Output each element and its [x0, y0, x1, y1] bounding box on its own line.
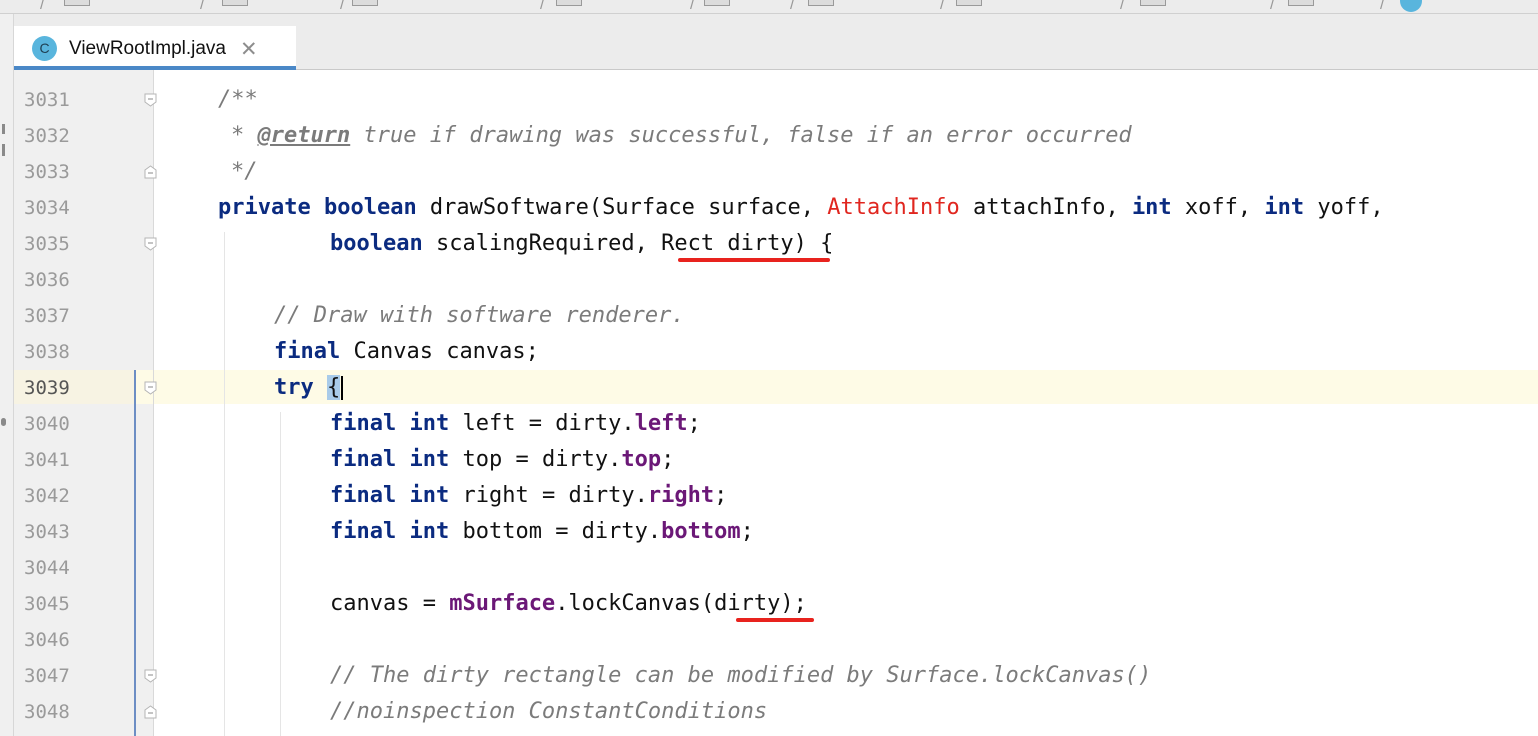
- line-number: 3043: [24, 521, 70, 543]
- text-cursor: [341, 376, 344, 400]
- code-line[interactable]: 3034 private boolean drawSoftware(Surfac…: [14, 190, 1538, 226]
- tool-window-marker[interactable]: [2, 144, 5, 156]
- code-line[interactable]: 3031 /**: [14, 82, 1538, 118]
- line-number: 3032: [24, 125, 70, 147]
- line-number: 3044: [24, 557, 70, 579]
- line-number: 3048: [24, 701, 70, 723]
- code-line[interactable]: 3032 * @return true if drawing was succe…: [14, 118, 1538, 154]
- folder-icon[interactable]: [222, 0, 248, 6]
- code-text[interactable]: canvas = mSurface.lockCanvas(dirty);: [330, 586, 807, 622]
- line-number: 3039: [24, 377, 70, 399]
- code-line[interactable]: 3047 // The dirty rectangle can be modif…: [14, 658, 1538, 694]
- breadcrumb-separator: /: [1120, 0, 1125, 13]
- code-text[interactable]: final int bottom = dirty.bottom;: [330, 514, 754, 550]
- breadcrumb-separator: /: [690, 0, 695, 13]
- code-line[interactable]: 3030: [14, 70, 1538, 80]
- fold-end-icon[interactable]: [144, 705, 157, 719]
- code-text[interactable]: boolean scalingRequired, Rect dirty) {: [330, 226, 833, 262]
- line-number: 3042: [24, 485, 70, 507]
- navigation-breadcrumb[interactable]: / / / / / / / / / /: [0, 0, 1538, 14]
- code-text[interactable]: final int right = dirty.right;: [330, 478, 727, 514]
- tool-window-dot[interactable]: [1, 418, 6, 426]
- class-icon[interactable]: [1400, 0, 1422, 12]
- folder-icon[interactable]: [1288, 0, 1314, 6]
- folder-icon[interactable]: [808, 0, 834, 6]
- line-number: 3045: [24, 593, 70, 615]
- line-number: 3037: [24, 305, 70, 327]
- line-number: 3047: [24, 665, 70, 687]
- tab-viewrootimpl[interactable]: C ViewRootImpl.java ✕: [14, 26, 296, 70]
- line-number: 3041: [24, 449, 70, 471]
- code-line[interactable]: 3035 boolean scalingRequired, Rect dirty…: [14, 226, 1538, 262]
- line-number: 3034: [24, 197, 70, 219]
- editor-tab-bar: C ViewRootImpl.java ✕: [14, 14, 1538, 70]
- code-line[interactable]: 3044: [14, 550, 1538, 586]
- matched-brace: {: [327, 375, 341, 400]
- tab-label: ViewRootImpl.java: [69, 38, 227, 59]
- code-line[interactable]: 3045 canvas = mSurface.lockCanvas(dirty)…: [14, 586, 1538, 622]
- line-number: 3036: [24, 269, 70, 291]
- line-number: 3035: [24, 233, 70, 255]
- code-line-caret[interactable]: 3039 try {: [14, 370, 1538, 406]
- annotation-underline-rect-dirty: [678, 258, 830, 262]
- breadcrumb-separator: /: [540, 0, 545, 13]
- code-text[interactable]: */: [231, 154, 258, 190]
- line-number: 3046: [24, 629, 70, 651]
- breadcrumb-separator: /: [340, 0, 345, 13]
- fold-start-icon[interactable]: [144, 237, 157, 251]
- code-text[interactable]: // Draw with software renderer.: [274, 298, 685, 334]
- line-number: 3033: [24, 161, 70, 183]
- breadcrumb-separator: /: [1380, 0, 1385, 13]
- code-line[interactable]: 3041 final int top = dirty.top;: [14, 442, 1538, 478]
- breadcrumb-separator: /: [790, 0, 795, 13]
- code-text[interactable]: final int left = dirty.left;: [330, 406, 701, 442]
- code-text[interactable]: private boolean drawSoftware(Surface sur…: [218, 190, 1384, 226]
- code-line[interactable]: 3037 // Draw with software renderer.: [14, 298, 1538, 334]
- folder-icon[interactable]: [956, 0, 982, 6]
- annotation-underline-dirty: [736, 618, 814, 622]
- code-text[interactable]: //noinspection ConstantConditions: [330, 694, 767, 730]
- folder-icon[interactable]: [556, 0, 582, 6]
- code-line[interactable]: 3043 final int bottom = dirty.bottom;: [14, 514, 1538, 550]
- code-editor[interactable]: 3030 3031 /** 3032 * @return true if dra…: [14, 70, 1538, 736]
- code-line[interactable]: 3042 final int right = dirty.right;: [14, 478, 1538, 514]
- code-text[interactable]: final int top = dirty.top;: [330, 442, 674, 478]
- fold-start-icon[interactable]: [144, 669, 157, 683]
- tool-window-marker[interactable]: [2, 124, 5, 134]
- breadcrumb-separator: /: [40, 0, 45, 13]
- breadcrumb-separator: /: [1270, 0, 1275, 13]
- java-class-icon: C: [32, 35, 57, 61]
- close-tab-icon[interactable]: ✕: [240, 37, 258, 62]
- code-text[interactable]: * @return true if drawing was successful…: [231, 118, 1132, 154]
- folder-icon[interactable]: [1140, 0, 1166, 6]
- code-line[interactable]: 3048 //noinspection ConstantConditions: [14, 694, 1538, 730]
- code-text[interactable]: // The dirty rectangle can be modified b…: [330, 658, 1151, 694]
- line-number: 3031: [24, 89, 70, 111]
- code-text[interactable]: final Canvas canvas;: [274, 334, 539, 370]
- code-line[interactable]: 3040 final int left = dirty.left;: [14, 406, 1538, 442]
- breadcrumb-separator: /: [200, 0, 205, 13]
- line-number: 3038: [24, 341, 70, 363]
- code-line[interactable]: 3036: [14, 262, 1538, 298]
- tool-window-strip[interactable]: [0, 14, 14, 736]
- line-number: 3040: [24, 413, 70, 435]
- line-number: 3030: [24, 70, 94, 80]
- code-line[interactable]: 3046: [14, 622, 1538, 658]
- code-text[interactable]: /**: [218, 82, 258, 118]
- folder-icon[interactable]: [704, 0, 730, 6]
- fold-start-icon[interactable]: [144, 381, 157, 395]
- code-line[interactable]: 3038 final Canvas canvas;: [14, 334, 1538, 370]
- folder-icon[interactable]: [64, 0, 90, 6]
- folder-icon[interactable]: [352, 0, 378, 6]
- fold-end-icon[interactable]: [144, 165, 157, 179]
- code-line[interactable]: 3033 */: [14, 154, 1538, 190]
- breadcrumb-separator: /: [940, 0, 945, 13]
- code-text[interactable]: try {: [274, 370, 344, 406]
- fold-start-icon[interactable]: [144, 93, 157, 107]
